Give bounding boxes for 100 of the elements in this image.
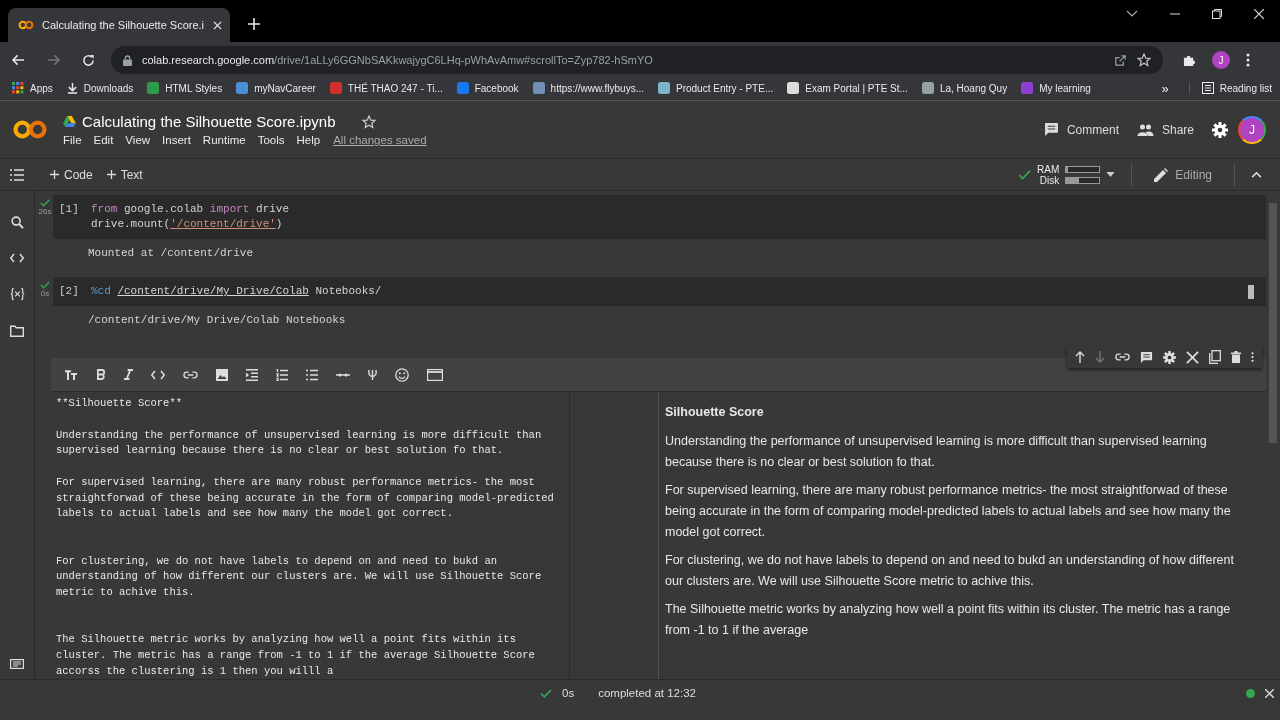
close-editor-icon[interactable] — [1186, 350, 1199, 364]
menu-item[interactable]: Runtime — [202, 134, 246, 146]
bookmark[interactable]: https://www.flybuys... — [532, 82, 644, 94]
lock-icon — [123, 54, 132, 66]
markdown-source-line: accorss the clustering is 1 then you willl a — [56, 663, 335, 679]
cell-output: /content/drive/My Drive/Colab Notebooks — [87, 313, 347, 328]
emoji-icon[interactable] — [395, 367, 409, 382]
close-icon[interactable] — [1254, 9, 1264, 19]
scrollbar-thumb[interactable] — [1269, 203, 1277, 443]
bookmark[interactable]: Apps — [12, 82, 53, 94]
move-up-icon[interactable] — [1075, 351, 1085, 363]
chevron-down-icon[interactable] — [1126, 10, 1138, 18]
new-tab-icon[interactable] — [248, 18, 260, 30]
terminal-icon[interactable] — [10, 659, 24, 669]
back-icon[interactable] — [12, 54, 25, 66]
bookmark[interactable]: HTML Styles — [147, 82, 223, 94]
notebook-title[interactable]: Calculating the Silhouette Score.ipynb — [82, 113, 336, 130]
bookmark[interactable]: La, Hoang Quy — [921, 82, 1008, 94]
bookmark[interactable]: My learning — [1021, 82, 1091, 94]
image-icon[interactable] — [216, 368, 228, 381]
code-editor[interactable]: [2] %cd /content/drive/My Drive/Colab Notebooks/ — [53, 277, 1266, 306]
code-editor[interactable]: [1] from google.colab import drive drive.mount('/content/drive') — [53, 195, 1266, 239]
bookmark[interactable]: Facebook — [456, 82, 519, 94]
markdown-source-line: metric to achive this. — [56, 585, 196, 600]
preview-paragraph: Understanding the performance of unsupervised learning is more difficult than supervised learning because there is no clear or best solution fo that. — [665, 433, 1208, 471]
move-down-icon[interactable] — [1095, 351, 1105, 363]
markdown-source-line: understanding of how different our clusters are. We will use Silhouette Score — [56, 569, 543, 585]
restore-icon[interactable] — [1212, 9, 1222, 19]
reload-icon[interactable] — [82, 53, 95, 67]
menu-item[interactable]: Tools — [257, 134, 285, 146]
dropdown-caret-icon[interactable] — [1106, 172, 1116, 177]
indent-icon[interactable] — [246, 368, 258, 381]
share-icon[interactable] — [1114, 53, 1127, 67]
save-status-link[interactable]: All changes saved — [333, 134, 427, 146]
pencil-icon — [1154, 167, 1169, 182]
profile-avatar[interactable]: J — [1212, 51, 1230, 69]
status-message: completed at 12:32 — [598, 687, 696, 699]
scroll-thumb[interactable] — [1248, 285, 1254, 299]
run-duration: 0s — [40, 289, 50, 298]
menu-item[interactable]: File — [63, 134, 82, 146]
more-icon[interactable] — [1251, 351, 1254, 363]
layout-icon[interactable] — [427, 368, 443, 381]
list-icon — [1201, 82, 1214, 94]
horizontal-rule-icon[interactable] — [336, 372, 350, 377]
close-icon[interactable] — [1265, 688, 1274, 698]
code-line: from google.colab import drive — [91, 202, 290, 217]
forward-icon[interactable] — [47, 54, 60, 66]
share-button[interactable]: Share — [1132, 118, 1198, 141]
code-brackets-icon[interactable] — [151, 369, 165, 380]
markdown-source-line: For clustering, we do not have labels to depend on and need to bukd an — [56, 553, 499, 569]
puzzle-icon[interactable] — [1183, 53, 1196, 67]
bookmark[interactable]: Exam Portal | PTE St... — [787, 82, 908, 94]
italic-icon[interactable] — [124, 369, 133, 380]
user-avatar[interactable]: J — [1238, 115, 1266, 144]
menu-item[interactable]: Insert — [162, 134, 191, 146]
menu-item[interactable]: View — [125, 134, 151, 146]
bulleted-list-icon[interactable] — [306, 368, 318, 381]
comment-icon[interactable] — [1140, 350, 1153, 364]
settings-icon[interactable] — [1212, 121, 1228, 138]
resource-label: RAM — [1037, 163, 1060, 175]
collapse-caret-icon[interactable] — [1251, 171, 1262, 178]
editing-mode-button[interactable]: Editing — [1148, 166, 1218, 183]
settings-icon[interactable] — [1163, 350, 1176, 364]
add-cell-button[interactable]: Text — [104, 164, 145, 185]
colab-logo-icon[interactable] — [13, 119, 47, 140]
bookmark[interactable]: THỂ THAO 247 - Ti... — [329, 82, 443, 94]
comment-button[interactable]: Comment — [1039, 118, 1123, 141]
text-size-icon[interactable] — [65, 369, 79, 380]
table-of-contents-icon[interactable] — [10, 168, 24, 181]
markdown-source-line: Understanding the performance of unsupervised learning is more difficult than — [56, 427, 543, 443]
bookmark[interactable]: Product Entry - PTE... — [658, 82, 774, 94]
add-cell-button[interactable]: Code — [48, 164, 95, 185]
reading-list-button[interactable]: Reading list — [1188, 82, 1280, 94]
browser-tab[interactable]: Calculating the Silhouette Score.i — [8, 8, 230, 42]
star-icon[interactable] — [361, 114, 376, 129]
code-line: drive.mount('/content/drive') — [91, 217, 284, 232]
plus-icon — [50, 170, 59, 179]
link-icon[interactable] — [1115, 353, 1130, 361]
link-icon[interactable] — [183, 370, 198, 379]
menu-item[interactable]: Help — [296, 134, 321, 146]
address-field[interactable]: colab.research.google.com/drive/1aLLy6GGNbSAKkwajygC6LHq-pWhAvAmw#scrollTo=Zyp782-hSmYO — [111, 46, 1163, 74]
mirror-cell-icon[interactable] — [1209, 350, 1221, 364]
variables-icon[interactable] — [9, 287, 25, 301]
bookmark[interactable]: Downloads — [66, 82, 134, 94]
execution-count: [1] — [59, 202, 80, 217]
bookmarks-overflow[interactable]: » — [1161, 80, 1169, 96]
search-icon[interactable] — [10, 216, 24, 229]
more-icon[interactable] — [1246, 53, 1250, 67]
bold-icon[interactable] — [97, 369, 106, 380]
code-brackets-icon[interactable] — [10, 253, 24, 263]
delete-icon[interactable] — [1231, 351, 1241, 363]
close-icon[interactable] — [213, 20, 222, 30]
execution-count: [2] — [59, 284, 80, 299]
resource-meter — [1065, 165, 1101, 173]
folder-icon[interactable] — [10, 325, 24, 337]
psi-icon[interactable] — [368, 369, 377, 380]
numbered-list-icon[interactable] — [276, 368, 288, 381]
menu-item[interactable]: Edit — [93, 134, 114, 146]
bookmark[interactable]: myNavCareer — [236, 82, 316, 94]
star-icon[interactable] — [1137, 53, 1151, 67]
